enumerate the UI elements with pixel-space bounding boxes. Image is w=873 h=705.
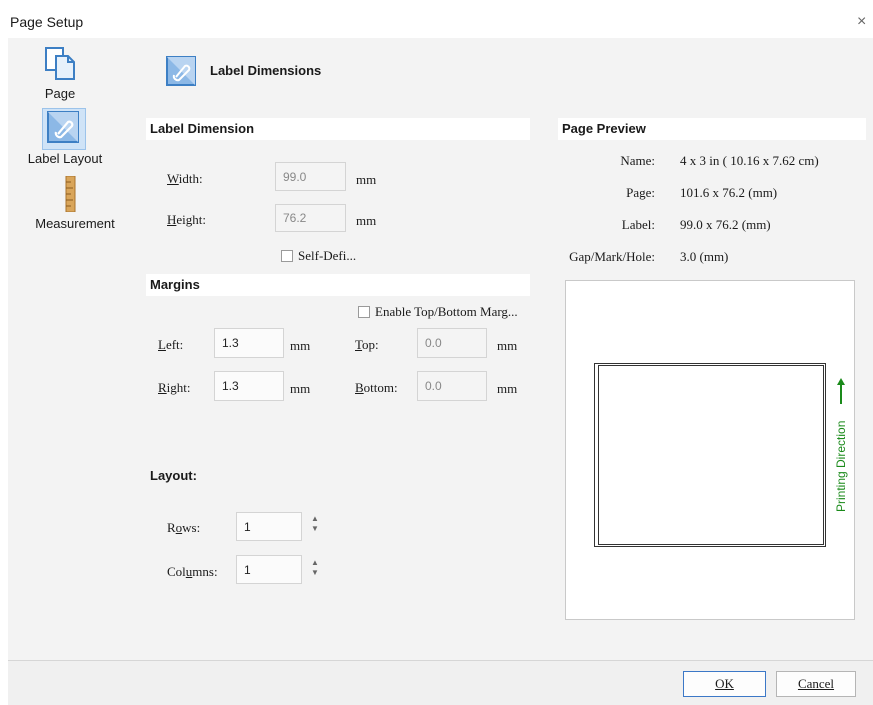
right-margin-unit: mm [290,381,311,396]
columns-stepper[interactable]: ▲ ▼ [308,558,322,598]
chevron-down-icon[interactable]: ▼ [308,568,322,578]
chevron-up-icon[interactable]: ▲ [308,514,322,524]
enable-top-bottom-label[interactable]: Enable Top/Bottom Marg... [375,304,518,320]
right-margin-label: Right: [158,380,191,395]
left-label-rest: eft: [165,337,184,352]
width-field[interactable] [275,162,346,191]
right-label-rest: ight: [166,380,191,395]
enable-top-bottom-checkbox[interactable] [358,306,370,318]
width-label-rest: idth: [178,171,203,186]
page-icon [45,47,75,80]
sidebar-item-measurement[interactable]: Measurement [20,176,130,234]
sidebar-item-page[interactable]: Page [30,44,90,102]
columns-label: Columns: [167,564,218,579]
ok-label: OK [715,676,734,691]
sidebar-item-label: Page [44,86,76,101]
sidebar-item-label: Label Layout [27,151,103,166]
rows-stepper[interactable]: ▲ ▼ [308,514,322,554]
sidebar-item-label-layout[interactable]: Label Layout [20,108,110,168]
top-margin-unit: mm [497,338,518,353]
rows-label: Rows: [167,520,201,535]
preview-label-rect [598,365,824,545]
gap-value: 3.0 (mm) [680,249,729,264]
chevron-down-icon[interactable]: ▼ [308,524,322,534]
self-define-checkbox[interactable] [281,250,293,262]
left-margin-field[interactable] [214,328,284,358]
self-define-label[interactable]: Self-Defi... [298,248,356,264]
top-margin-field[interactable] [417,328,487,358]
columns-label-rest: mns: [192,564,218,579]
chevron-up-icon[interactable]: ▲ [308,558,322,568]
margins-heading: Margins [146,274,530,296]
rows-label-rest: ws: [182,520,201,535]
cancel-button[interactable]: Cancel [776,671,856,697]
width-label: Width: [167,171,203,186]
layout-heading: Layout: [150,468,197,483]
columns-field[interactable] [236,555,302,584]
printing-direction-indicator: Printing Direction [834,378,854,512]
page-size-value: 101.6 x 76.2 (mm) [680,185,778,200]
right-margin-field[interactable] [214,371,284,401]
page-title: Label Dimensions [210,63,322,78]
sidebar-item-label: Measurement [35,216,115,231]
gap-label: Gap/Mark/Hole: [569,249,655,264]
page-preview-heading: Page Preview [558,118,866,140]
label-size-label: Label: [621,217,655,232]
label-size-value: 99.0 x 76.2 (mm) [680,217,771,232]
top-margin-label: Top: [355,337,379,352]
window-title: Page Setup [10,14,84,30]
label-dimension-heading: Label Dimension [146,118,530,140]
bottom-margin-field[interactable] [417,371,487,401]
bottom-label-rest: ottom: [363,380,398,395]
left-margin-label: Left: [158,337,184,352]
ok-button[interactable]: OK [683,671,766,697]
width-unit: mm [356,172,377,187]
label-dimensions-icon [166,56,196,86]
height-field[interactable] [275,204,346,232]
printing-direction-label: Printing Direction [834,420,848,512]
ruler-icon [65,176,76,212]
left-margin-unit: mm [290,338,311,353]
page-size-label: Page: [626,185,655,200]
bottom-margin-label: Bottom: [355,380,398,395]
height-label: Height: [167,212,206,227]
direction-arrow-shaft [840,384,842,404]
bottom-margin-unit: mm [497,381,518,396]
name-label: Name: [620,153,655,168]
label-layout-icon [47,111,79,143]
cancel-label: Cancel [797,676,835,691]
rows-field[interactable] [236,512,302,541]
height-unit: mm [356,213,377,228]
close-icon[interactable]: × [857,13,866,31]
height-label-rest: eight: [176,212,206,227]
top-label-rest: op: [362,337,379,352]
name-value: 4 x 3 in ( 10.16 x 7.62 cm) [680,153,819,168]
